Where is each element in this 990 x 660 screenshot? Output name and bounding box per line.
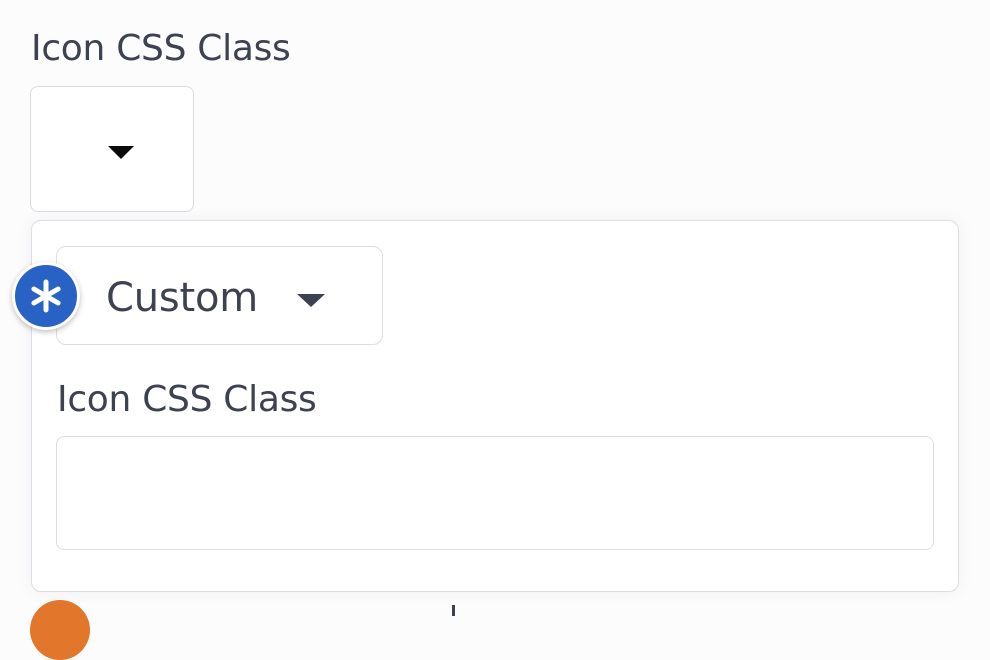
- custom-class-field-label: Icon CSS Class: [57, 379, 317, 420]
- asterisk-icon: [12, 262, 80, 330]
- custom-class-input[interactable]: [56, 436, 934, 550]
- partial-text-fragment: [452, 605, 455, 616]
- caret-down-icon: [108, 146, 134, 159]
- icon-type-select-value: Custom: [106, 275, 259, 321]
- partial-status-badge: [30, 600, 90, 660]
- icon-css-class-label: Icon CSS Class: [31, 28, 291, 69]
- select-caret-down-icon: [297, 294, 325, 307]
